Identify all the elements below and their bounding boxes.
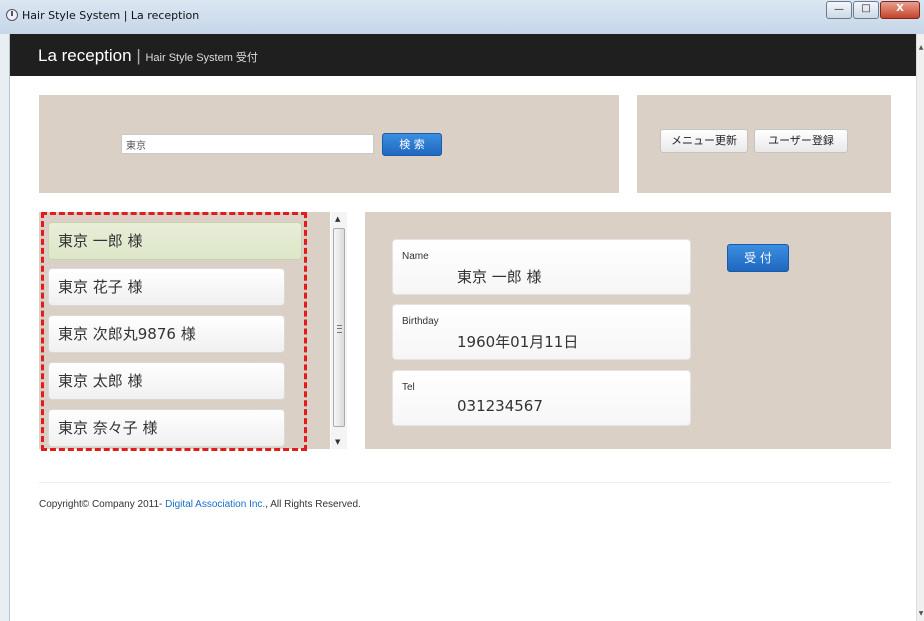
footer-company-link[interactable]: Digital Association Inc. <box>165 499 265 510</box>
user-register-button[interactable]: ユーザー登録 <box>754 129 848 153</box>
window-titlebar: Hair Style System | La reception — □ X <box>0 0 924 34</box>
brand-separator: | <box>136 46 141 65</box>
footer: Copyright© Company 2011- Digital Associa… <box>39 499 361 510</box>
app-icon <box>6 9 18 21</box>
page-scrollbar[interactable]: ▲ ▼ <box>916 34 924 621</box>
footer-divider <box>39 482 891 483</box>
footer-copyright: Copyright© Company 2011- <box>39 499 166 510</box>
grip-icon <box>337 325 342 333</box>
scroll-down-icon[interactable]: ▼ <box>917 610 924 617</box>
window-left-border <box>0 34 10 621</box>
customer-item[interactable]: 東京 奈々子 様 <box>48 409 285 447</box>
name-value: 東京 一郎 様 <box>457 268 542 286</box>
close-button[interactable]: X <box>880 1 920 19</box>
customer-item[interactable]: 東京 次郎丸9876 様 <box>48 315 285 353</box>
customer-item[interactable]: 東京 花子 様 <box>48 268 285 306</box>
scroll-down-arrow-icon[interactable]: ▼ <box>335 438 340 446</box>
menu-update-button[interactable]: メニュー更新 <box>660 129 748 153</box>
customer-list-scrollbar[interactable]: ▲ ▼ <box>331 212 347 449</box>
search-panel: 検 索 <box>39 95 619 193</box>
footer-rights: , All Rights Reserved. <box>265 499 361 510</box>
reception-button[interactable]: 受 付 <box>727 244 789 272</box>
name-field: Name 東京 一郎 様 <box>392 239 691 295</box>
maximize-button[interactable]: □ <box>853 1 879 19</box>
minimize-button[interactable]: — <box>826 1 852 19</box>
brand-title: La reception <box>38 46 132 65</box>
minimize-icon: — <box>834 4 844 15</box>
customer-detail-panel: Name 東京 一郎 様 Birthday 1960年01月11日 Tel 03… <box>365 212 891 449</box>
scroll-up-arrow-icon[interactable]: ▲ <box>335 215 340 223</box>
tel-field: Tel 031234567 <box>392 370 691 426</box>
app-header: La reception | Hair Style System 受付 <box>10 34 916 76</box>
scroll-up-icon[interactable]: ▲ <box>917 44 924 51</box>
birthday-value: 1960年01月11日 <box>457 333 579 351</box>
birthday-label: Birthday <box>402 316 439 327</box>
window-controls: — □ X <box>825 1 920 19</box>
maximize-icon: □ <box>861 3 871 14</box>
birthday-field: Birthday 1960年01月11日 <box>392 304 691 360</box>
brand[interactable]: La reception | Hair Style System 受付 <box>38 46 258 66</box>
close-icon: X <box>896 3 904 14</box>
tel-label: Tel <box>402 382 415 393</box>
customer-item[interactable]: 東京 太郎 様 <box>48 362 285 400</box>
tel-value: 031234567 <box>457 397 543 415</box>
scrollbar-thumb[interactable] <box>333 228 345 427</box>
search-input[interactable] <box>121 134 374 154</box>
search-button[interactable]: 検 索 <box>382 133 442 156</box>
menu-panel: メニュー更新 ユーザー登録 <box>637 95 891 193</box>
window-title: Hair Style System | La reception <box>22 9 200 22</box>
customer-item[interactable]: 東京 一郎 様 <box>48 222 302 260</box>
name-label: Name <box>402 251 429 262</box>
brand-subtitle: Hair Style System 受付 <box>145 52 258 64</box>
customer-list: 東京 一郎 様 東京 花子 様 東京 次郎丸9876 様 東京 太郎 様 東京 … <box>39 212 330 449</box>
